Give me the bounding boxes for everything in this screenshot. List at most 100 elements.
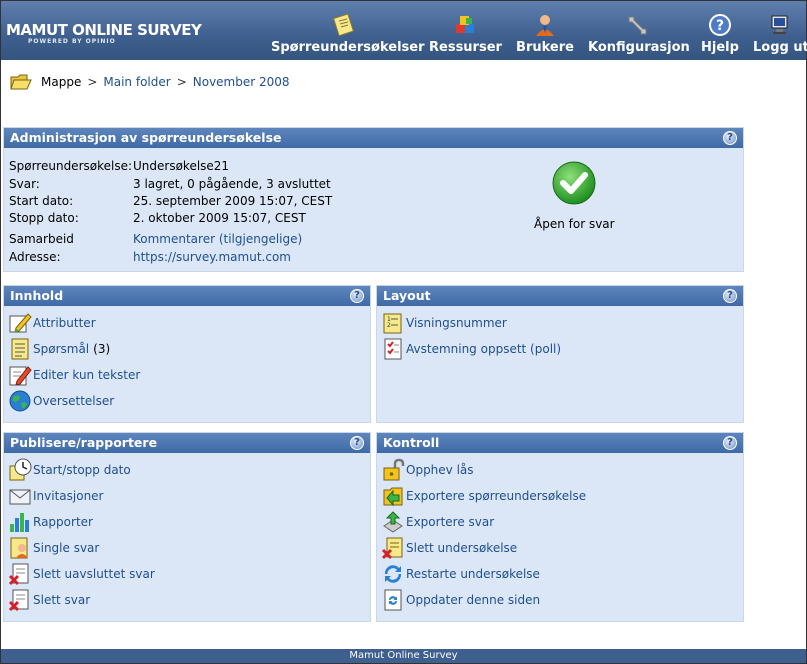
publish-panel-title: Publisere/rapportere: [10, 435, 158, 450]
refresh-page-icon: [384, 589, 402, 611]
breadcrumb-separator: >: [176, 75, 187, 89]
nav-help[interactable]: ? Hjelp: [698, 1, 742, 60]
svg-text:?: ?: [716, 18, 724, 34]
logo-title: MAMUT ONLINE SURVEY: [6, 21, 202, 39]
numbered-list-icon: 12: [383, 313, 402, 334]
questions-link[interactable]: Spørsmål (3): [8, 337, 110, 361]
poll-setup-link[interactable]: Avstemning oppsett (poll): [381, 337, 561, 361]
item-label: Attributter: [33, 316, 96, 330]
item-label: Avstemning oppsett (poll): [406, 342, 562, 356]
delete-survey-icon: [381, 537, 403, 560]
item-label: Exportere svar: [406, 515, 495, 529]
nav-surveys[interactable]: Spørreundersøkelser: [271, 1, 425, 60]
help-icon[interactable]: ?: [723, 289, 737, 303]
breadcrumb-main-folder[interactable]: Main folder: [103, 75, 170, 89]
nav-label: Spørreundersøkelser: [271, 40, 425, 55]
control-panel-header: Kontroll ?: [377, 433, 743, 453]
item-label: Single svar: [33, 541, 100, 555]
bar-chart-icon: [10, 513, 29, 532]
help-icon: ?: [709, 14, 731, 36]
logout-computer-icon: [771, 15, 787, 34]
check-circle-icon: [552, 161, 596, 205]
unlock-icon: [383, 458, 405, 481]
status-text: Åpen for svar: [534, 217, 615, 231]
globe-icon: [9, 390, 31, 412]
delete-unfinished-link[interactable]: Slett uavsluttet svar: [8, 562, 155, 586]
folder-icon: [10, 74, 32, 90]
nav-label: Ressurser: [429, 40, 502, 55]
delete-survey-link[interactable]: Slett undersøkelse: [381, 536, 517, 560]
item-label: Restarte undersøkelse: [406, 567, 540, 581]
content-panel-header: Innhold ?: [4, 286, 370, 306]
help-icon[interactable]: ?: [723, 436, 737, 450]
delete-responses-link[interactable]: Slett svar: [8, 588, 90, 612]
unlock-link[interactable]: Opphev lås: [381, 458, 474, 482]
responses-row: Svar: 3 lagret, 0 pågående, 3 avsluttet: [9, 177, 331, 191]
layout-panel-header: Layout ?: [377, 286, 743, 306]
layout-panel-title: Layout: [383, 288, 431, 303]
envelope-icon: [9, 489, 31, 505]
attributes-link[interactable]: Attributter: [8, 311, 96, 335]
nav-users[interactable]: Brukere: [514, 1, 576, 60]
delete-document-icon: [8, 589, 29, 612]
publish-panel-header: Publisere/rapportere ?: [4, 433, 370, 453]
footer: Mamut Online Survey: [1, 649, 806, 663]
export-folder-icon: [383, 487, 403, 507]
row-key: Svar:: [9, 177, 40, 191]
display-number-link[interactable]: 12 Visningsnummer: [381, 311, 507, 335]
breadcrumb-november-2008[interactable]: November 2008: [193, 75, 290, 89]
row-value: Undersøkelse21: [133, 159, 230, 173]
nav-logout[interactable]: Logg ut: [753, 1, 807, 60]
pencil-edit-icon: [9, 313, 32, 333]
restart-survey-link[interactable]: Restarte undersøkelse: [381, 562, 540, 586]
help-icon[interactable]: ?: [723, 131, 737, 145]
users-person-icon: [536, 15, 554, 36]
invitations-link[interactable]: Invitasjoner: [8, 484, 104, 508]
item-label: Spørsmål: [33, 342, 90, 356]
row-key: Samarbeid: [9, 232, 74, 246]
comments-link[interactable]: Kommentarer (tilgjengelige): [133, 232, 302, 246]
nav-label: Konfigurasjon: [588, 40, 690, 55]
item-label: Exportere spørreundersøkelse: [406, 489, 587, 503]
logo[interactable]: MAMUT ONLINE SURVEY POWERED BY OPINIO: [6, 21, 202, 45]
export-survey-link[interactable]: Exportere spørreundersøkelse: [381, 484, 586, 508]
questions-count: (3): [93, 342, 111, 356]
item-label: Oppdater denne siden: [406, 593, 541, 607]
edit-texts-link[interactable]: Editer kun tekster: [8, 363, 140, 387]
item-label: Opphev lås: [406, 463, 474, 477]
row-value: 3 lagret, 0 pågående, 3 avsluttet: [133, 177, 331, 191]
restart-icon: [384, 565, 402, 583]
start-stop-date-link[interactable]: Start/stopp dato: [8, 458, 131, 482]
item-label: Slett svar: [33, 593, 91, 607]
survey-address-link[interactable]: https://survey.mamut.com: [133, 250, 291, 264]
nav-resources[interactable]: Ressurser: [429, 1, 502, 60]
breadcrumb: Mappe > Main folder > November 2008: [10, 71, 290, 93]
layout-panel: Layout ? 12 Visningsnummer Avstemning op…: [376, 285, 744, 423]
address-row: Adresse: https://survey.mamut.com: [9, 250, 291, 264]
publish-panel: Publisere/rapportere ? Start/stopp dato …: [3, 432, 371, 622]
breadcrumb-separator: >: [87, 75, 98, 89]
nav-label: Hjelp: [701, 40, 739, 55]
survey-name-row: Spørreundersøkelse:Undersøkelse21: [9, 159, 229, 173]
translations-link[interactable]: Oversettelser: [8, 389, 114, 413]
nav-configuration[interactable]: Konfigurasjon: [588, 1, 690, 60]
refresh-page-link[interactable]: Oppdater denne siden: [381, 588, 540, 612]
collaboration-row: Samarbeid Kommentarer (tilgjengelige): [9, 232, 302, 246]
single-response-icon: [10, 537, 28, 559]
help-icon[interactable]: ?: [350, 436, 364, 450]
control-panel: Kontroll ? Opphev lås Exportere spørreun…: [376, 432, 744, 622]
item-label: Rapporter: [33, 515, 93, 529]
reports-link[interactable]: Rapporter: [8, 510, 93, 534]
nav-label: Brukere: [516, 40, 574, 55]
export-responses-link[interactable]: Exportere svar: [381, 510, 494, 534]
stop-date-row: Stopp dato: 2. oktober 2009 15:07, CEST: [9, 211, 306, 225]
single-response-link[interactable]: Single svar: [8, 536, 99, 560]
clock-icon: [9, 458, 32, 481]
survey-status: Åpen for svar: [534, 152, 615, 231]
item-label: Slett uavsluttet svar: [33, 567, 155, 581]
item-label: Editer kun tekster: [33, 368, 141, 382]
row-value: 2. oktober 2009 15:07, CEST: [133, 211, 306, 225]
item-label: Visningsnummer: [406, 316, 507, 330]
breadcrumb-root: Mappe: [41, 75, 82, 89]
help-icon[interactable]: ?: [350, 289, 364, 303]
